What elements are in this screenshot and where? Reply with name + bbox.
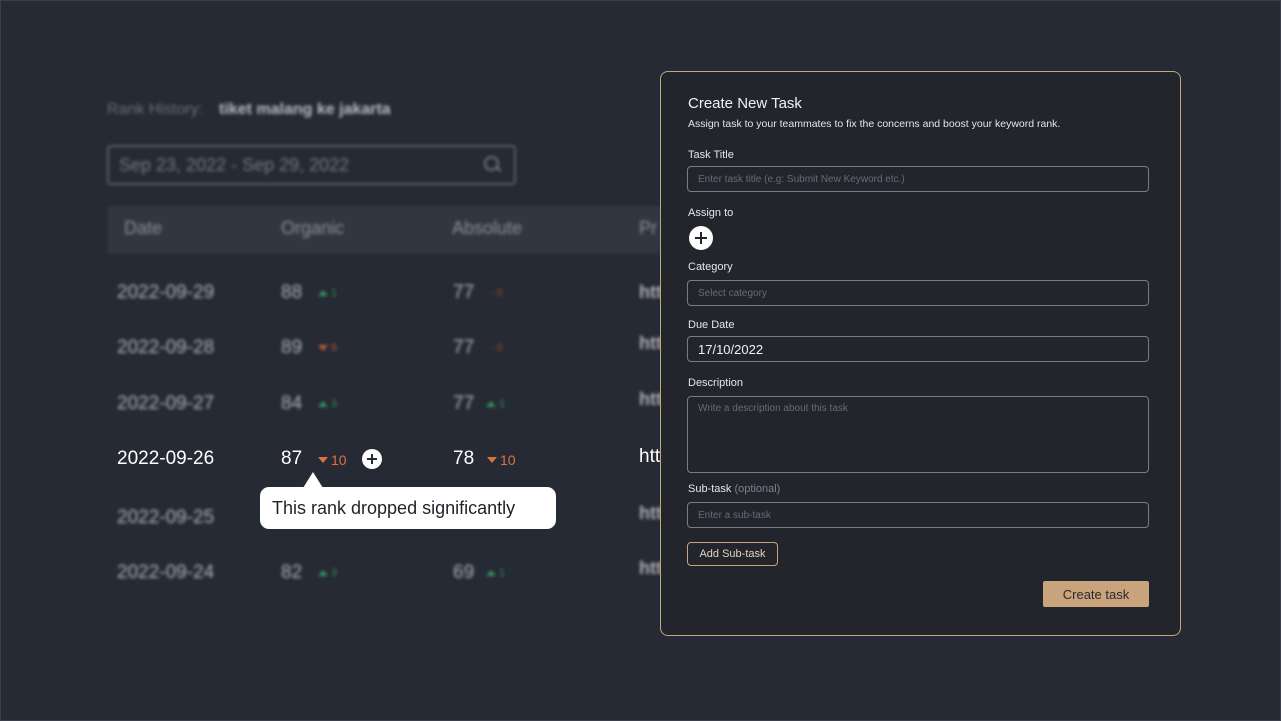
modal-subtitle: Assign task to your teammates to fix the… [688,118,1061,130]
row-date: 2022-09-26 [117,448,215,469]
absolute-change: -0 [490,342,503,354]
organic-change-value: 5 [331,342,338,354]
row-page-url[interactable]: htt [639,282,662,303]
description-textarea[interactable] [687,396,1149,473]
keyword-text: tiket malang ke jakarta [219,101,391,118]
row-page-url[interactable]: htt [639,389,662,410]
arrow-up-icon [318,401,328,407]
category-select[interactable] [687,280,1149,306]
row-date: 2022-09-24 [117,562,215,583]
absolute-change-value: 0 [496,287,503,299]
row-organic: 87 [281,448,303,469]
organic-change: 10 [318,452,347,468]
date-range-picker[interactable]: Sep 23, 2022 - Sep 29, 2022 [107,145,516,185]
due-date-label: Due Date [688,319,735,331]
create-task-button[interactable]: Create task [1043,581,1149,607]
date-range-text: Sep 23, 2022 - Sep 29, 2022 [119,154,350,175]
assign-to-label: Assign to [688,207,734,219]
table-row[interactable]: 2022-09-27 84 3 77 1 htt [0,389,670,423]
arrow-down-icon [318,457,328,463]
absolute-change-value: 1 [499,398,506,410]
arrow-down-icon [318,345,328,351]
absolute-change: 1 [486,567,505,579]
absolute-change-value: 1 [499,567,506,579]
column-organic: Organic [281,218,345,238]
organic-change: 3 [318,567,337,579]
table-row[interactable]: 2022-09-24 82 3 69 1 htt [0,558,670,592]
task-title-input[interactable] [687,166,1149,192]
add-subtask-button[interactable]: Add Sub-task [687,542,778,566]
organic-change: 5 [318,342,337,354]
task-title-label: Task Title [688,149,734,161]
table-row[interactable]: 2022-09-29 88 1 77 -0 htt [0,282,670,312]
assign-member-plus-icon[interactable] [689,226,713,250]
row-absolute: 77 [453,393,475,414]
arrow-down-icon [487,457,497,463]
table-row[interactable]: 2022-09-28 89 5 77 -0 htt [0,333,670,367]
row-date: 2022-09-25 [117,507,215,528]
subtask-label-text: Sub-task [688,483,732,495]
description-label: Description [688,377,744,389]
organic-change-value: 3 [331,398,338,410]
absolute-change-value: 0 [496,342,503,354]
row-organic: 82 [281,562,303,583]
row-page-url[interactable]: htt [639,446,660,468]
highlighted-table-row[interactable]: 2022-09-26 87 10 78 10 htt [0,446,670,474]
organic-change-value: 3 [331,567,338,579]
column-absolute: Absolute [452,218,523,238]
absolute-change-value: 10 [500,452,516,468]
absolute-change: -0 [490,287,503,299]
subtask-optional-text: (optional) [734,483,781,495]
tooltip-text: This rank dropped significantly [272,497,516,518]
row-absolute: 78 [453,448,475,469]
category-label: Category [688,261,733,273]
row-date: 2022-09-29 [117,282,215,303]
create-task-modal: Create New Task Assign task to your team… [660,71,1181,636]
search-icon[interactable] [484,156,502,174]
row-page-url[interactable]: htt [639,333,662,354]
add-task-plus-icon[interactable] [362,449,382,469]
row-absolute: 77 [453,282,475,303]
modal-title: Create New Task [688,95,802,112]
row-date: 2022-09-27 [117,393,215,414]
column-date: Date [124,218,163,238]
arrow-up-icon [318,570,328,576]
row-organic: 89 [281,337,303,358]
organic-change: 3 [318,398,337,410]
table-header: Date Organic Absolute Pr [108,206,668,254]
due-date-input[interactable] [687,336,1149,362]
absolute-change: 1 [486,398,505,410]
row-absolute: 69 [453,562,475,583]
row-date: 2022-09-28 [117,337,215,358]
arrow-up-icon [318,290,328,296]
row-page-url[interactable]: htt [639,558,662,579]
subtask-input[interactable] [687,502,1149,528]
row-organic: 88 [281,282,303,303]
column-previous: Pr [639,218,657,238]
arrow-up-icon [486,570,496,576]
subtask-label: Sub-task (optional) [688,483,780,495]
organic-change: 1 [318,287,337,299]
row-organic: 84 [281,393,303,414]
absolute-change: 10 [487,452,516,468]
organic-change-value: 10 [331,452,347,468]
rank-drop-tooltip: This rank dropped significantly [260,472,556,529]
row-absolute: 77 [453,337,475,358]
organic-change-value: 1 [331,287,338,299]
rank-history-heading: Rank History: tiket malang ke jakarta [107,101,391,119]
arrow-up-icon [486,401,496,407]
rank-history-label: Rank History: [107,101,204,118]
row-page-url[interactable]: htt [639,503,662,524]
